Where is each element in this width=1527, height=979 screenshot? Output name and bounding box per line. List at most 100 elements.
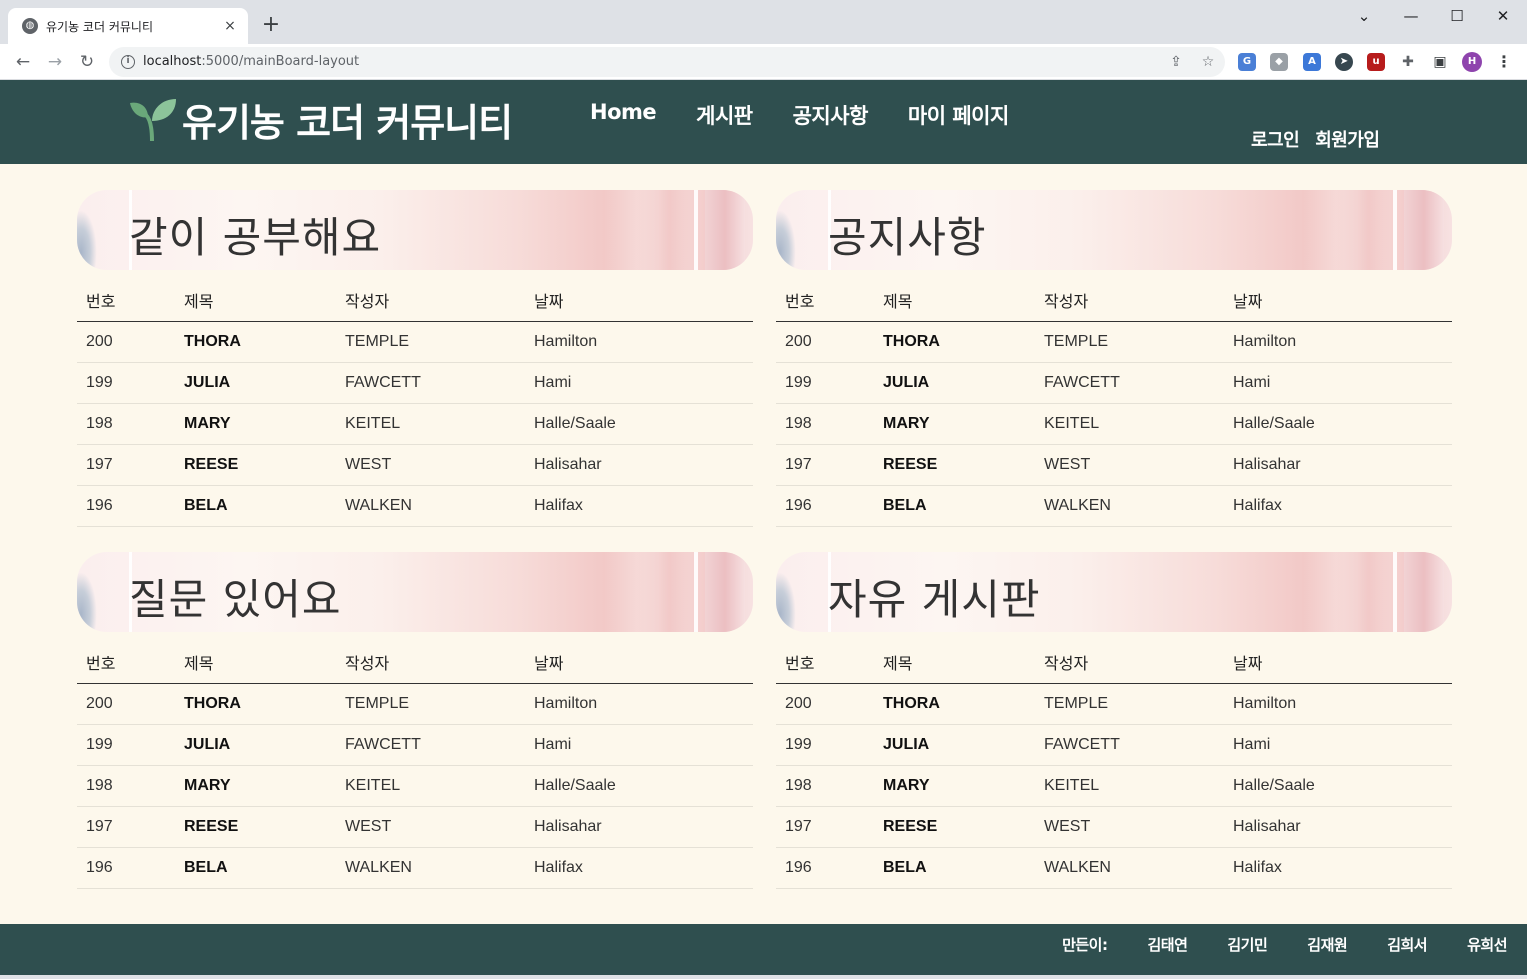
cell-title[interactable]: THORA — [883, 321, 1044, 363]
address-bar[interactable]: i localhost:5000/mainBoard-layout ⇪ ☆ — [109, 47, 1225, 77]
table-row[interactable]: 200 THORA TEMPLE Hamilton — [776, 683, 1452, 725]
side-panel-icon[interactable]: ▣ — [1431, 53, 1449, 71]
back-button[interactable]: ← — [10, 49, 36, 75]
board-notice: 공지사항 번호 제목 작성자 날짜 200 THORA TEMPLE Hamilton… — [776, 190, 1452, 527]
col-header-author: 작성자 — [345, 642, 534, 684]
bookmark-star-icon[interactable]: ☆ — [1199, 53, 1217, 71]
table-row[interactable]: 197 REESE WEST Halisahar — [776, 806, 1452, 848]
cell-title[interactable]: REESE — [883, 444, 1044, 486]
table-row[interactable]: 199 JULIA FAWCETT Hami — [776, 362, 1452, 404]
share-icon[interactable]: ⇪ — [1167, 53, 1185, 71]
col-header-title: 제목 — [184, 280, 345, 322]
minimize-button[interactable]: — — [1391, 4, 1431, 28]
font-extension-icon[interactable]: A — [1303, 53, 1321, 71]
nav-notice[interactable]: 공지사항 — [793, 100, 869, 130]
credit-name: 김희서 — [1387, 936, 1428, 954]
board-title[interactable]: 공지사항 — [828, 204, 987, 265]
cell-title[interactable]: MARY — [883, 403, 1044, 445]
cell-author: KEITEL — [1044, 403, 1233, 445]
nav-board[interactable]: 게시판 — [696, 100, 753, 130]
cell-date: Halifax — [534, 485, 753, 527]
cell-date: Halle/Saale — [534, 403, 753, 445]
table-header-row: 번호 제목 작성자 날짜 — [776, 280, 1452, 322]
nav-home[interactable]: Home — [590, 100, 657, 130]
cell-title[interactable]: JULIA — [883, 362, 1044, 404]
table-row[interactable]: 200 THORA TEMPLE Hamilton — [776, 321, 1452, 363]
cell-title[interactable]: REESE — [883, 806, 1044, 848]
ublock-extension-icon[interactable]: u — [1367, 53, 1385, 71]
table-row[interactable]: 199 JULIA FAWCETT Hami — [77, 724, 753, 766]
cell-number: 196 — [776, 485, 883, 527]
cell-title[interactable]: REESE — [184, 806, 345, 848]
cell-title[interactable]: MARY — [184, 403, 345, 445]
table-row[interactable]: 199 JULIA FAWCETT Hami — [77, 362, 753, 404]
col-header-number: 번호 — [77, 280, 184, 322]
cell-title[interactable]: THORA — [184, 321, 345, 363]
table-header-row: 번호 제목 작성자 날짜 — [77, 642, 753, 684]
signup-link[interactable]: 회원가입 — [1315, 126, 1380, 152]
cursor-extension-icon[interactable]: ➤ — [1335, 53, 1353, 71]
cell-title[interactable]: JULIA — [184, 362, 345, 404]
table-row[interactable]: 200 THORA TEMPLE Hamilton — [77, 683, 753, 725]
table-row[interactable]: 197 REESE WEST Halisahar — [77, 444, 753, 486]
credits: 만든이: 김태연 김기민 김재원 김희서 유희선 — [1062, 934, 1507, 955]
new-tab-button[interactable]: + — [258, 12, 284, 38]
menu-kebab-icon[interactable]: ⋮ — [1495, 53, 1513, 71]
window-bottom-edge — [0, 975, 1527, 979]
maximize-button[interactable]: ☐ — [1437, 4, 1477, 28]
cell-title[interactable]: BELA — [184, 485, 345, 527]
cell-number: 200 — [77, 321, 184, 363]
table-row[interactable]: 198 MARY KEITEL Halle/Saale — [77, 403, 753, 445]
browser-tab[interactable]: ◍ 유기농 코더 커뮤니티 × — [8, 8, 248, 44]
cell-title[interactable]: MARY — [184, 765, 345, 807]
shield-extension-icon[interactable]: ◆ — [1270, 53, 1288, 71]
browser-tab-bar: ◍ 유기농 코더 커뮤니티 × + ⌄ — ☐ ✕ — [0, 0, 1527, 44]
cell-number: 199 — [776, 724, 883, 766]
cell-title[interactable]: BELA — [883, 485, 1044, 527]
table-row[interactable]: 200 THORA TEMPLE Hamilton — [77, 321, 753, 363]
tab-search-icon[interactable]: ⌄ — [1344, 4, 1384, 28]
cell-title[interactable]: BELA — [184, 847, 345, 889]
cell-title[interactable]: THORA — [883, 683, 1044, 725]
cell-date: Hami — [1233, 362, 1452, 404]
extensions-puzzle-icon[interactable]: ✚ — [1399, 53, 1417, 71]
table-row[interactable]: 199 JULIA FAWCETT Hami — [776, 724, 1452, 766]
close-window-button[interactable]: ✕ — [1483, 4, 1523, 28]
cell-title[interactable]: THORA — [184, 683, 345, 725]
cell-title[interactable]: MARY — [883, 765, 1044, 807]
table-row[interactable]: 198 MARY KEITEL Halle/Saale — [776, 765, 1452, 807]
board-banner: 같이 공부해요 — [77, 190, 753, 270]
board-title[interactable]: 질문 있어요 — [129, 566, 342, 627]
table-row[interactable]: 196 BELA WALKEN Halifax — [776, 485, 1452, 527]
cell-title[interactable]: JULIA — [883, 724, 1044, 766]
tab-close-icon[interactable]: × — [222, 18, 238, 34]
cell-author: WALKEN — [1044, 847, 1233, 889]
site-logo[interactable]: 유기농 코더 커뮤니티 — [130, 92, 513, 147]
table-row[interactable]: 198 MARY KEITEL Halle/Saale — [776, 403, 1452, 445]
translate-extension-icon[interactable]: G — [1238, 53, 1256, 71]
cell-date: Hami — [1233, 724, 1452, 766]
table-row[interactable]: 197 REESE WEST Halisahar — [776, 444, 1452, 486]
cell-title[interactable]: BELA — [883, 847, 1044, 889]
url-path: :5000/mainBoard-layout — [201, 54, 360, 69]
cell-title[interactable]: JULIA — [184, 724, 345, 766]
board-question: 질문 있어요 번호 제목 작성자 날짜 200 THORA TEMPLE Hamilt… — [77, 552, 753, 889]
cell-number: 197 — [776, 806, 883, 848]
site-info-icon[interactable]: i — [121, 55, 135, 69]
login-link[interactable]: 로그인 — [1251, 126, 1300, 152]
table-row[interactable]: 196 BELA WALKEN Halifax — [77, 485, 753, 527]
browser-toolbar: ← → ↻ i localhost:5000/mainBoard-layout … — [0, 44, 1527, 80]
cell-title[interactable]: REESE — [184, 444, 345, 486]
cell-date: Hamilton — [1233, 683, 1452, 725]
board-title[interactable]: 자유 게시판 — [828, 566, 1041, 627]
nav-mypage[interactable]: 마이 페이지 — [908, 100, 1009, 130]
table-row[interactable]: 198 MARY KEITEL Halle/Saale — [77, 765, 753, 807]
table-row[interactable]: 196 BELA WALKEN Halifax — [776, 847, 1452, 889]
table-row[interactable]: 197 REESE WEST Halisahar — [77, 806, 753, 848]
forward-button[interactable]: → — [42, 49, 68, 75]
table-row[interactable]: 196 BELA WALKEN Halifax — [77, 847, 753, 889]
board-title[interactable]: 같이 공부해요 — [129, 204, 381, 265]
reload-button[interactable]: ↻ — [74, 49, 100, 75]
cell-date: Halisahar — [534, 444, 753, 486]
profile-avatar[interactable]: H — [1462, 52, 1482, 72]
